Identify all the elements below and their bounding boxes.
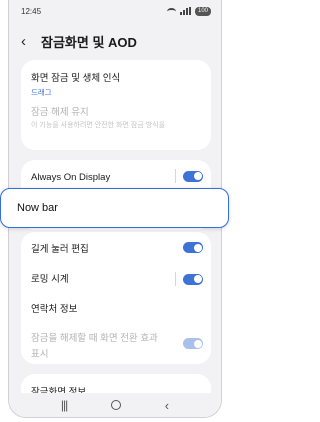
signal-icon	[179, 7, 191, 15]
page-header: ‹ 잠금화면 및 AOD	[9, 28, 221, 54]
aod-toggle[interactable]	[183, 170, 203, 182]
screen-lock-value: 드래그	[31, 88, 52, 97]
status-bar: 12:45 100	[9, 0, 221, 22]
options-card: 길게 눌러 편집 로밍 시계 연락처 정보 잠금을 해제할 때 화면 전환 효과…	[21, 232, 211, 364]
page-title: 잠금화면 및 AOD	[41, 34, 137, 50]
recents-icon[interactable]: |||	[61, 398, 68, 412]
keep-unlocked-desc: 이 기능을 사용하려면 안전한 화면 잠금 방식을	[31, 122, 166, 129]
roaming-clock-label: 로밍 시계	[31, 274, 69, 285]
nowbar-item[interactable]: Now bar	[0, 188, 229, 228]
keep-unlocked-item: 잠금 해제 유지 이 기능을 사용하려면 안전한 화면 잠금 방식을	[21, 104, 211, 130]
status-time: 12:45	[21, 6, 42, 16]
home-icon[interactable]	[111, 400, 121, 410]
screen-lock-label: 화면 잠금 및 생체 인식	[31, 73, 121, 84]
back-icon[interactable]: ‹	[165, 398, 169, 413]
divider	[175, 272, 176, 286]
unlock-transition-toggle	[183, 338, 203, 349]
screen-lock-item[interactable]: 화면 잠금 및 생체 인식 드래그	[21, 70, 211, 98]
unlock-transition-toggle-wrap	[183, 338, 203, 349]
contact-info-label: 연락처 정보	[31, 304, 78, 315]
nowbar-label: Now bar	[17, 202, 58, 214]
roaming-toggle-wrap	[175, 272, 203, 286]
long-press-toggle-wrap	[183, 242, 203, 253]
lock-settings-card: 화면 잠금 및 생체 인식 드래그 잠금 해제 유지 이 기능을 사용하려면 안…	[21, 60, 211, 150]
unlock-transition-label-2: 표시	[31, 349, 49, 360]
keep-unlocked-label: 잠금 해제 유지	[31, 107, 89, 118]
wifi-icon	[166, 7, 176, 15]
aod-label: Always On Display	[31, 171, 111, 183]
roaming-clock-toggle[interactable]	[183, 273, 203, 285]
navigation-bar: ||| ‹	[9, 393, 221, 417]
long-press-edit-toggle[interactable]	[183, 242, 203, 253]
battery-icon: 100	[194, 6, 211, 16]
long-press-edit-label: 길게 눌러 편집	[31, 244, 89, 255]
status-icons: 100	[166, 6, 211, 16]
back-arrow-icon[interactable]: ‹	[21, 34, 37, 49]
unlock-transition-label: 잠금을 해제할 때 화면 전환 효과	[31, 333, 158, 344]
aod-toggle-wrap	[175, 169, 203, 183]
divider	[175, 169, 176, 183]
contact-info-item[interactable]: 연락처 정보	[21, 301, 211, 315]
